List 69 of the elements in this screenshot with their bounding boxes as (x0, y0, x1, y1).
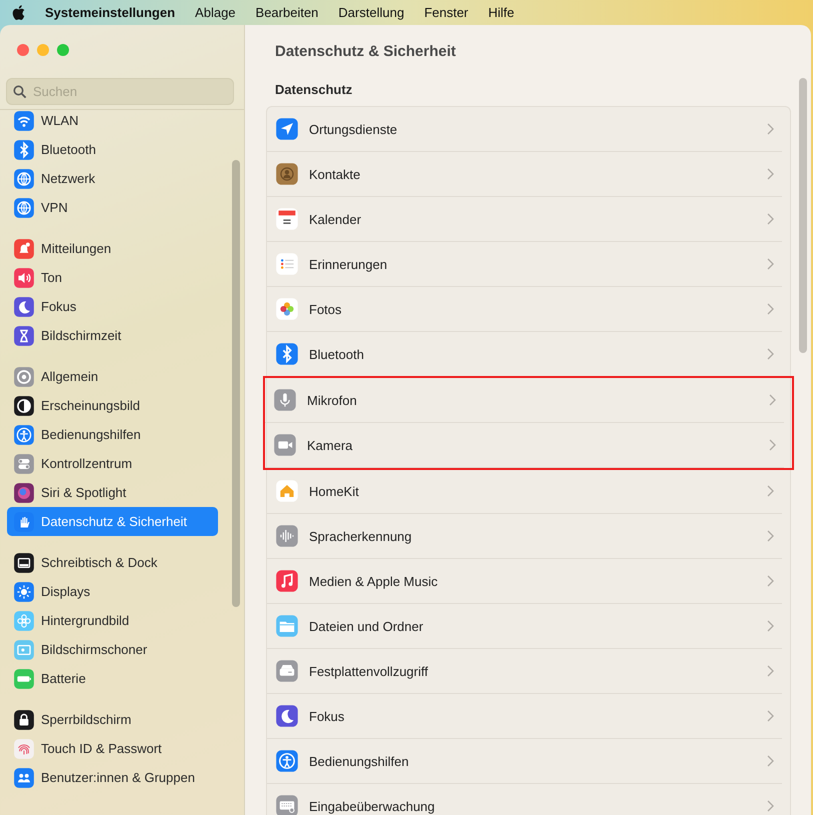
settings-row[interactable]: Kontakte (267, 152, 782, 197)
settings-row[interactable]: Erinnerungen (267, 242, 782, 287)
minimize-button[interactable] (37, 44, 49, 56)
chevron-icon (767, 665, 774, 677)
sidebar-item[interactable]: Hintergrundbild (7, 606, 218, 635)
chevron-icon (767, 620, 774, 632)
settings-row[interactable]: Bluetooth (267, 332, 782, 377)
sidebar-item[interactable]: Erscheinungsbild (7, 391, 218, 420)
chevron-icon (767, 348, 774, 360)
chevron-icon (767, 258, 774, 270)
sidebar-item[interactable]: Netzwerk (7, 164, 218, 193)
settings-row[interactable]: Bedienungshilfen (267, 739, 782, 784)
sidebar-item[interactable]: Bildschirmzeit (7, 321, 218, 350)
sidebar-item[interactable]: Bedienungshilfen (7, 420, 218, 449)
sidebar-item[interactable]: VPN (7, 193, 218, 222)
close-button[interactable] (17, 44, 29, 56)
settings-row[interactable]: Mikrofon (265, 378, 784, 423)
sidebar-item[interactable]: Datenschutz & Sicherheit (7, 507, 218, 536)
chevron-icon (767, 575, 774, 587)
settings-row[interactable]: HomeKit (267, 469, 782, 514)
sidebar-item[interactable]: Displays (7, 577, 218, 606)
chevron-icon (767, 530, 774, 542)
settings-row[interactable]: Spracherkennung (267, 514, 782, 559)
sidebar-item[interactable]: Schreibtisch & Dock (7, 548, 218, 577)
menu-item[interactable]: Bearbeiten (256, 4, 318, 20)
scrollbar[interactable] (799, 78, 807, 353)
menu-item[interactable]: Fenster (424, 4, 468, 20)
chevron-icon (767, 710, 774, 722)
chevron-icon (767, 800, 774, 812)
chevron-icon (767, 755, 774, 767)
settings-row[interactable]: Eingabeüberwachung (267, 784, 782, 815)
section-heading: Datenschutz (275, 82, 354, 97)
sidebar-item[interactable]: Ton (7, 263, 218, 292)
chevron-icon (769, 439, 776, 451)
search-icon (13, 85, 27, 99)
app-menu[interactable]: Systemeinstellungen (45, 4, 176, 20)
chevron-icon (767, 303, 774, 315)
chevron-icon (767, 123, 774, 135)
settings-row[interactable]: Festplattenvollzugriff (267, 649, 782, 694)
sidebar-item[interactable]: Mitteilungen (7, 234, 218, 263)
sidebar-item[interactable]: Benutzer:innen & Gruppen (7, 763, 218, 792)
sidebar-item[interactable]: Touch ID & Passwort (7, 734, 218, 763)
sidebar-item[interactable]: Batterie (7, 664, 218, 693)
sidebar-item[interactable]: Siri & Spotlight (7, 478, 218, 507)
apple-logo-icon[interactable] (12, 4, 25, 20)
settings-row[interactable]: Kalender (267, 197, 782, 242)
settings-row[interactable]: Kamera (265, 423, 784, 468)
chevron-icon (767, 485, 774, 497)
settings-row[interactable]: Ortungsdienste (267, 107, 782, 152)
sidebar-item[interactable]: WLAN (7, 110, 218, 135)
sidebar-item[interactable]: Bluetooth (7, 135, 218, 164)
settings-row[interactable]: Medien & Apple Music (267, 559, 782, 604)
settings-row[interactable]: Fokus (267, 694, 782, 739)
menu-item[interactable]: Hilfe (488, 4, 514, 20)
zoom-button[interactable] (57, 44, 69, 56)
menu-item[interactable]: Darstellung (338, 4, 404, 20)
settings-row[interactable]: Dateien und Ordner (267, 604, 782, 649)
menu-item[interactable]: Ablage (195, 4, 236, 20)
chevron-icon (767, 168, 774, 180)
chevron-icon (767, 213, 774, 225)
scrollbar[interactable] (232, 160, 240, 607)
chevron-icon (769, 394, 776, 406)
page-title: Datenschutz & Sicherheit (275, 43, 457, 60)
sidebar-item[interactable]: Bildschirmschoner (7, 635, 218, 664)
settings-row[interactable]: Fotos (267, 287, 782, 332)
sidebar-item[interactable]: Kontrollzentrum (7, 449, 218, 478)
sidebar-item[interactable]: Fokus (7, 292, 218, 321)
sidebar-item[interactable]: Sperrbildschirm (7, 705, 218, 734)
sidebar-item[interactable]: Allgemein (7, 362, 218, 391)
